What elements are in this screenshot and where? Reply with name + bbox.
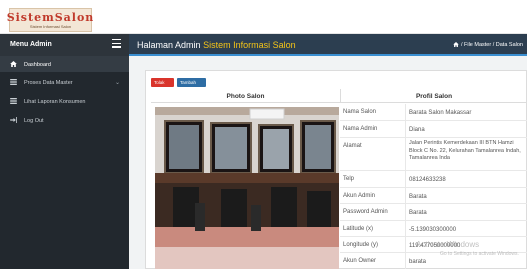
profile-value: Barata	[409, 210, 427, 216]
add-button[interactable]: Tambah	[177, 78, 206, 87]
profile-value: Jalan Perintis Kemerdekaan III BTN Hamzi…	[409, 140, 521, 161]
profile-value: Diana	[409, 127, 425, 133]
profile-key: Nama Salon	[343, 109, 377, 115]
sidebar-title: Menu Admin	[10, 41, 52, 48]
logo-sub-text: Sistem Informasi Salon	[29, 23, 72, 29]
profile-key: Akun Owner	[343, 258, 377, 264]
profile-value: Barata Salon Makassar	[409, 110, 472, 116]
profile-value: -5.139030300000	[409, 227, 457, 233]
profile-row: Nama Salon Barata Salon Makassar	[340, 104, 527, 121]
home-icon	[10, 61, 17, 67]
profile-row: Latitude (x) -5.139030300000	[340, 221, 527, 237]
profile-key: Alamat	[343, 143, 362, 149]
windows-watermark-subtext: Go to Settings to activate Windows.	[440, 251, 519, 257]
add-button-label: Tambah	[180, 80, 197, 85]
sidebar-item-dashboard[interactable]: Dashboard	[0, 56, 129, 72]
profile-row: Nama Admin Diana	[340, 121, 527, 138]
top-bar: SistemSalon Sistem Informasi Salon	[0, 0, 527, 34]
page-header: Halaman Admin Sistem Informasi Salon / F…	[129, 34, 527, 56]
profile-value: 08124633238	[409, 177, 446, 183]
sidebar-header: Menu Admin	[0, 34, 129, 56]
profile-key: Akun Admin	[343, 193, 376, 199]
photo-column-header: Photo Salon	[151, 89, 340, 103]
menu-toggle-icon[interactable]	[112, 39, 121, 49]
sidebar-item-label: Proses Data Master	[24, 80, 73, 86]
sidebar-item-label: Log Out	[24, 118, 44, 124]
sidebar-item-label: Lihat Laporan Konsumen	[24, 99, 86, 105]
profile-key: Latitude (x)	[343, 226, 374, 232]
windows-watermark: Activate Windows	[416, 240, 480, 249]
profile-value: barata	[409, 259, 427, 265]
page-title: Halaman Admin Sistem Informasi Salon	[137, 40, 296, 50]
delete-button-label: Tolak	[154, 80, 165, 85]
sidebar-item-logout[interactable]: Log Out	[0, 112, 129, 128]
profile-row: Password Admin Barata	[340, 204, 527, 221]
sidebar-item-lihat-laporan[interactable]: Lihat Laporan Konsumen	[0, 93, 129, 109]
profile-key: Telp	[343, 176, 355, 182]
sidebar-item-proses-data-master[interactable]: Proses Data Master ⌄	[0, 74, 129, 90]
profile-key: Nama Admin	[343, 126, 378, 132]
profile-row: Akun Admin Barata	[340, 188, 527, 204]
home-icon[interactable]	[453, 42, 459, 47]
profile-value: Barata	[409, 194, 427, 200]
profile-row: Telp 08124633238	[340, 171, 527, 188]
profile-row: Alamat Jalan Perintis Kemerdekaan III BT…	[340, 138, 527, 171]
sidebar-item-label: Dashboard	[24, 62, 51, 68]
grid-icon	[10, 79, 17, 85]
sidebar: Menu Admin Dashboard Proses Data Master …	[0, 34, 129, 269]
logout-icon	[10, 117, 17, 123]
breadcrumb: / File Master / Data Salon	[453, 42, 523, 48]
chevron-down-icon: ⌄	[115, 80, 121, 86]
salon-photo	[155, 107, 339, 269]
page-title-prefix: Halaman Admin	[137, 40, 201, 50]
logo-main-text: SistemSalon	[6, 10, 95, 24]
delete-button[interactable]: Tolak	[151, 78, 174, 87]
profile-key: Password Admin	[343, 209, 388, 215]
breadcrumb-text: / File Master / Data Salon	[460, 42, 523, 48]
site-logo[interactable]: SistemSalon Sistem Informasi Salon	[6, 8, 95, 32]
profile-key: Longitude (y)	[343, 242, 379, 248]
page-title-highlight: Sistem Informasi Salon	[203, 40, 296, 50]
list-icon	[10, 98, 17, 104]
profile-column-header: Profil Salon	[340, 89, 527, 103]
